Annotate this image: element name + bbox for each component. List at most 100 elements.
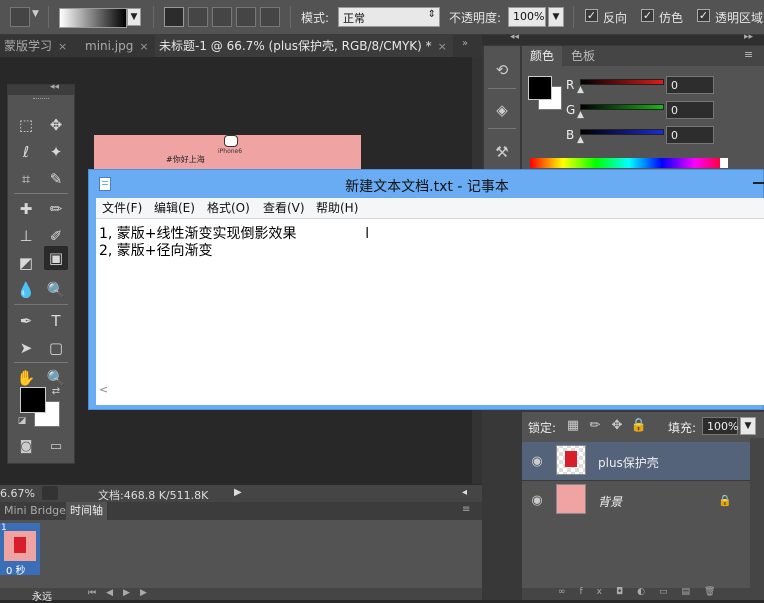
lock-pixels-icon[interactable]: ✏ bbox=[588, 418, 602, 433]
minimize-icon[interactable] bbox=[753, 182, 764, 184]
tab-color[interactable]: 颜色 bbox=[522, 46, 562, 66]
frame-1[interactable]: 1 0 秒 bbox=[0, 523, 40, 577]
layer-name[interactable]: plus保护壳 bbox=[598, 454, 659, 471]
collapse-icon[interactable]: ◂◂ bbox=[50, 82, 59, 92]
opacity-input[interactable]: 100% bbox=[508, 7, 546, 27]
collapse-icon[interactable]: ◂◂ bbox=[510, 32, 519, 42]
history-icon[interactable]: ⟲ bbox=[490, 58, 514, 82]
channel-value[interactable]: 0 bbox=[666, 101, 714, 119]
playback-controls-icon[interactable]: ⏮◀▶▶ bbox=[88, 588, 157, 598]
visibility-eye-icon[interactable]: ◉ bbox=[530, 454, 544, 469]
stamp-tool-icon[interactable]: ⊥ bbox=[14, 224, 38, 248]
loop-option[interactable]: 永远 bbox=[32, 588, 52, 603]
magic-wand-icon[interactable]: ✦ bbox=[44, 140, 68, 164]
menu-file[interactable]: 文件(F) bbox=[102, 198, 142, 218]
menu-format[interactable]: 格式(O) bbox=[207, 198, 250, 218]
tab-doc-untitled[interactable]: 未标题-1 @ 66.7% (plus保护壳, RGB/8/CMYK) * × bbox=[155, 35, 453, 57]
menu-edit[interactable]: 编辑(E) bbox=[154, 198, 195, 218]
fill-input[interactable]: 100% bbox=[702, 417, 738, 435]
marquee-tool-icon[interactable]: ⬚ bbox=[14, 113, 38, 137]
tab-timeline[interactable]: 时间轴 bbox=[66, 502, 107, 520]
close-icon[interactable]: × bbox=[438, 40, 447, 53]
crop-tool-icon[interactable]: ⌗ bbox=[14, 167, 38, 191]
eraser-tool-icon[interactable]: ◩ bbox=[14, 251, 38, 275]
expand-icon[interactable]: ▸▸ bbox=[744, 32, 753, 42]
default-colors-icon[interactable]: ◪ bbox=[16, 415, 28, 427]
lock-all-icon[interactable]: 🔒 bbox=[631, 418, 647, 433]
gradient-tool-preset-icon[interactable] bbox=[10, 7, 30, 27]
dither-checkbox[interactable]: ✓ bbox=[641, 9, 654, 22]
scroll-left-icon[interactable]: ◂ bbox=[462, 487, 467, 498]
linear-gradient-button[interactable] bbox=[164, 7, 184, 27]
menu-help[interactable]: 帮助(H) bbox=[316, 198, 358, 218]
tab-doc-mask[interactable]: 蒙版学习 × bbox=[0, 35, 76, 57]
foreground-color[interactable] bbox=[20, 387, 46, 413]
3d-cube-icon[interactable]: ◈ bbox=[490, 98, 514, 122]
fill-dropdown-icon[interactable]: ▼ bbox=[740, 417, 756, 435]
screen-mode-icon[interactable]: ▭ bbox=[46, 437, 66, 455]
slider-handle-icon[interactable]: ▲ bbox=[577, 110, 584, 120]
opacity-dropdown-icon[interactable]: ▼ bbox=[548, 7, 564, 27]
reflected-gradient-button[interactable] bbox=[236, 7, 256, 27]
panel-menu-icon[interactable]: ≡ bbox=[744, 48, 753, 61]
layer-row-plus[interactable]: ◉ plus保护壳 bbox=[522, 442, 750, 480]
zoom-level[interactable]: 6.67% bbox=[0, 487, 35, 500]
layer-name[interactable]: 背景 bbox=[598, 493, 622, 510]
gradient-dropdown-icon[interactable]: ▼ bbox=[127, 8, 141, 26]
gradient-tool-icon[interactable]: ▣ bbox=[44, 246, 68, 270]
move-tool-icon[interactable]: ✥ bbox=[44, 113, 68, 137]
frame-delay[interactable]: 0 秒 bbox=[6, 562, 26, 577]
healing-brush-icon[interactable]: ✚ bbox=[14, 197, 38, 221]
menu-view[interactable]: 查看(V) bbox=[263, 198, 305, 218]
radial-gradient-button[interactable] bbox=[188, 7, 208, 27]
close-icon[interactable]: × bbox=[58, 40, 67, 53]
layer-actions-icons[interactable]: ∞fx◘◐▭▤🗑 bbox=[558, 587, 729, 597]
path-selection-icon[interactable]: ➤ bbox=[14, 336, 38, 360]
blur-tool-icon[interactable]: 💧 bbox=[14, 278, 38, 302]
updown-icon: ⇕ bbox=[427, 9, 436, 20]
layers-scrollbar[interactable] bbox=[750, 438, 764, 588]
tab-swatches[interactable]: 色板 bbox=[566, 46, 600, 66]
history-brush-icon[interactable]: ✐ bbox=[44, 224, 68, 248]
shape-tool-icon[interactable]: ▢ bbox=[44, 336, 68, 360]
notepad-title-bar[interactable]: 新建文本文档.txt - 记事本 bbox=[89, 170, 764, 198]
status-menu-arrow-icon[interactable]: ▶ bbox=[234, 487, 242, 498]
tab-mini-bridge[interactable]: Mini Bridge bbox=[0, 502, 70, 520]
channel-slider[interactable] bbox=[580, 79, 664, 85]
visibility-eye-icon[interactable]: ◉ bbox=[530, 493, 544, 508]
brush-tool-icon[interactable]: ✏ bbox=[44, 197, 68, 221]
layer-row-background[interactable]: ◉ 背景 🔒 bbox=[522, 481, 750, 519]
color-spectrum-bar[interactable] bbox=[530, 158, 728, 168]
transparency-checkbox[interactable]: ✓ bbox=[697, 9, 710, 22]
lock-position-icon[interactable]: ✥ bbox=[610, 418, 624, 433]
notepad-text-area[interactable]: 1, 蒙版+线性渐变实现倒影效果 2, 蒙版+径向渐变 I < bbox=[96, 218, 764, 405]
slider-handle-icon[interactable]: ▲ bbox=[577, 135, 584, 145]
eyedropper-icon[interactable]: ✎ bbox=[44, 167, 68, 191]
slider-handle-icon[interactable]: ▲ bbox=[577, 85, 584, 95]
angle-gradient-button[interactable] bbox=[212, 7, 232, 27]
channel-value[interactable]: 0 bbox=[666, 76, 714, 94]
gradient-picker[interactable] bbox=[59, 8, 127, 28]
pen-tool-icon[interactable]: ✒ bbox=[14, 309, 38, 333]
tab-doc-mini[interactable]: mini.jpg × bbox=[81, 35, 153, 57]
dodge-tool-icon[interactable]: 🔍 bbox=[44, 278, 68, 302]
channel-value[interactable]: 0 bbox=[666, 126, 714, 144]
channel-slider[interactable] bbox=[580, 104, 664, 110]
scroll-left-icon[interactable]: < bbox=[99, 383, 108, 396]
type-tool-icon[interactable]: T bbox=[44, 309, 68, 333]
panel-menu-icon[interactable]: ≡ bbox=[462, 504, 470, 515]
close-icon[interactable]: × bbox=[139, 40, 148, 53]
lasso-tool-icon[interactable]: ℓ bbox=[14, 140, 38, 164]
adjustments-icon[interactable]: ⚒ bbox=[490, 140, 514, 164]
reverse-checkbox[interactable]: ✓ bbox=[585, 9, 598, 22]
chevron-down-icon[interactable]: ▼ bbox=[32, 9, 39, 19]
tabs-overflow-icon[interactable]: » bbox=[462, 38, 468, 49]
swap-colors-icon[interactable]: ⇄ bbox=[50, 385, 62, 397]
quick-mask-icon[interactable]: ◙ bbox=[16, 437, 36, 455]
mode-select[interactable]: 正常 ⇕ bbox=[338, 7, 440, 27]
lock-transparent-icon[interactable]: ▦ bbox=[566, 418, 580, 433]
status-icon[interactable] bbox=[42, 486, 58, 500]
channel-slider[interactable] bbox=[580, 129, 664, 135]
diamond-gradient-button[interactable] bbox=[260, 7, 280, 27]
document-canvas[interactable]: iPhone6 #你好上海 bbox=[94, 135, 361, 170]
